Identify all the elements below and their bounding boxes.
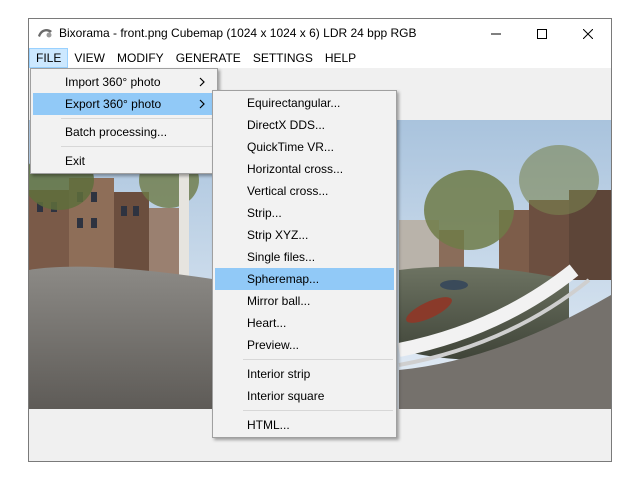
export-heart[interactable]: Heart... — [215, 312, 394, 334]
close-button[interactable] — [565, 19, 611, 48]
export-directx-dds[interactable]: DirectX DDS... — [215, 114, 394, 136]
export-mirror-ball[interactable]: Mirror ball... — [215, 290, 394, 312]
maximize-button[interactable] — [519, 19, 565, 48]
close-icon — [583, 28, 593, 39]
file-menu: Import 360° photo Export 360° photo Batc… — [30, 68, 218, 174]
menu-separator — [61, 118, 215, 119]
export-submenu: Equirectangular... DirectX DDS... QuickT… — [212, 90, 397, 438]
menu-modify[interactable]: MODIFY — [111, 48, 170, 68]
menu-bar: FILE VIEW MODIFY GENERATE SETTINGS HELP — [29, 48, 611, 68]
submenu-arrow-icon — [199, 99, 205, 109]
menu-help[interactable]: HELP — [319, 48, 362, 68]
export-interior-square[interactable]: Interior square — [215, 385, 394, 407]
title-bar[interactable]: Bixorama - front.png Cubemap (1024 x 102… — [29, 19, 611, 48]
menu-file[interactable]: FILE — [29, 48, 69, 68]
menu-separator — [243, 359, 393, 360]
menu-settings[interactable]: SETTINGS — [247, 48, 319, 68]
menu-generate[interactable]: GENERATE — [170, 48, 247, 68]
export-horizontal-cross[interactable]: Horizontal cross... — [215, 158, 394, 180]
minimize-icon — [491, 33, 501, 34]
menu-view[interactable]: VIEW — [68, 48, 111, 68]
export-spheremap[interactable]: Spheremap... — [215, 268, 394, 290]
export-equirectangular[interactable]: Equirectangular... — [215, 92, 394, 114]
app-icon — [38, 28, 52, 38]
maximize-icon — [537, 28, 547, 39]
export-strip-xyz[interactable]: Strip XYZ... — [215, 224, 394, 246]
export-quicktime-vr[interactable]: QuickTime VR... — [215, 136, 394, 158]
export-strip[interactable]: Strip... — [215, 202, 394, 224]
export-interior-strip[interactable]: Interior strip — [215, 363, 394, 385]
export-vertical-cross[interactable]: Vertical cross... — [215, 180, 394, 202]
menu-separator — [243, 410, 393, 411]
menu-item-exit[interactable]: Exit — [33, 150, 215, 172]
export-preview[interactable]: Preview... — [215, 334, 394, 356]
minimize-button[interactable] — [473, 19, 519, 48]
submenu-arrow-icon — [199, 77, 205, 87]
export-single-files[interactable]: Single files... — [215, 246, 394, 268]
menu-item-batch-processing[interactable]: Batch processing... — [33, 121, 215, 143]
menu-item-export[interactable]: Export 360° photo — [33, 93, 215, 115]
window-title: Bixorama - front.png Cubemap (1024 x 102… — [59, 26, 417, 40]
export-html[interactable]: HTML... — [215, 414, 394, 436]
menu-separator — [61, 146, 215, 147]
menu-item-import[interactable]: Import 360° photo — [33, 71, 215, 93]
